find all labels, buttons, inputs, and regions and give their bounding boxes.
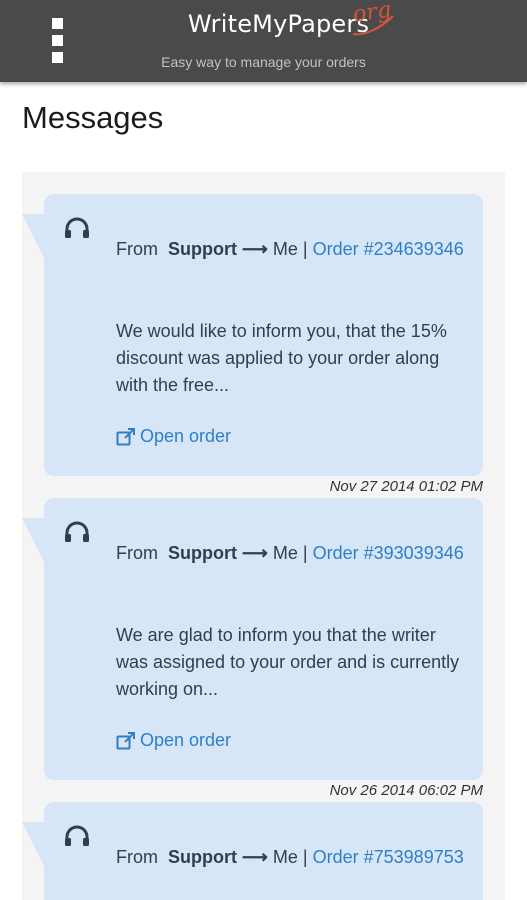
- external-link-icon: [116, 731, 135, 749]
- arrow-icon: ⟶: [242, 543, 268, 563]
- message-item[interactable]: From Support ⟶ Me | Order #234639346 We …: [22, 194, 505, 498]
- sender-name: Support: [168, 543, 238, 563]
- order-label: Order: [312, 847, 359, 867]
- from-label: From: [116, 239, 158, 259]
- logo[interactable]: WriteMyPapers org: [0, 0, 527, 38]
- external-link-icon: [116, 427, 135, 445]
- message-header: From Support ⟶ Me | Order #234639346: [116, 236, 466, 263]
- recipient-name: Me: [272, 543, 298, 563]
- sender-name: Support: [168, 847, 238, 867]
- order-link[interactable]: Order #753989753: [313, 847, 464, 867]
- message-item[interactable]: From Support ⟶ Me | Order #393039346 We …: [22, 498, 505, 802]
- separator: |: [302, 543, 308, 563]
- open-order-label: Open order: [140, 730, 232, 750]
- order-link[interactable]: Order #234639346: [313, 239, 464, 259]
- open-order-link[interactable]: Open order: [116, 426, 231, 447]
- arrow-icon: ⟶: [242, 239, 268, 259]
- open-order-label: Open order: [140, 426, 232, 446]
- page-title: Messages: [22, 100, 164, 135]
- arrow-icon: ⟶: [242, 847, 268, 867]
- message-bubble: From Support ⟶ Me | Order #753989753: [44, 802, 483, 900]
- message-bubble: From Support ⟶ Me | Order #393039346 We …: [44, 498, 483, 780]
- order-number: #234639346: [363, 239, 464, 259]
- headphones-icon: [65, 825, 89, 846]
- order-number: #393039346: [363, 543, 464, 563]
- order-label: Order: [312, 543, 359, 563]
- headphones-icon: [65, 217, 89, 238]
- message-bubble: From Support ⟶ Me | Order #234639346 We …: [44, 194, 483, 476]
- message-body: We are glad to inform you that the write…: [116, 625, 460, 699]
- message-body: We would like to inform you, that the 15…: [116, 321, 447, 395]
- message-item[interactable]: From Support ⟶ Me | Order #753989753: [22, 802, 505, 900]
- messages-list: From Support ⟶ Me | Order #234639346 We …: [22, 172, 505, 900]
- logo-text: WriteMyPapers: [187, 10, 370, 38]
- message-header: From Support ⟶ Me | Order #753989753: [116, 844, 466, 871]
- message-date: Nov 27 2014 01:02 PM: [329, 478, 483, 495]
- separator: |: [302, 847, 308, 867]
- logo-swoosh-icon: [353, 15, 394, 36]
- tagline: Easy way to manage your orders: [161, 54, 366, 70]
- message-date: Nov 26 2014 06:02 PM: [329, 782, 483, 799]
- separator: |: [302, 239, 308, 259]
- message-header: From Support ⟶ Me | Order #393039346: [116, 540, 466, 567]
- order-number: #753989753: [363, 847, 464, 867]
- recipient-name: Me: [272, 847, 298, 867]
- from-label: From: [116, 847, 158, 867]
- order-link[interactable]: Order #393039346: [313, 543, 464, 563]
- recipient-name: Me: [272, 239, 298, 259]
- from-label: From: [116, 543, 158, 563]
- open-order-link[interactable]: Open order: [116, 730, 231, 751]
- order-label: Order: [312, 239, 359, 259]
- sender-name: Support: [168, 239, 238, 259]
- top-bar: WriteMyPapers org Easy way to manage you…: [0, 0, 527, 82]
- logo-wordmark: WriteMyPapers org: [187, 0, 394, 38]
- headphones-icon: [65, 521, 89, 542]
